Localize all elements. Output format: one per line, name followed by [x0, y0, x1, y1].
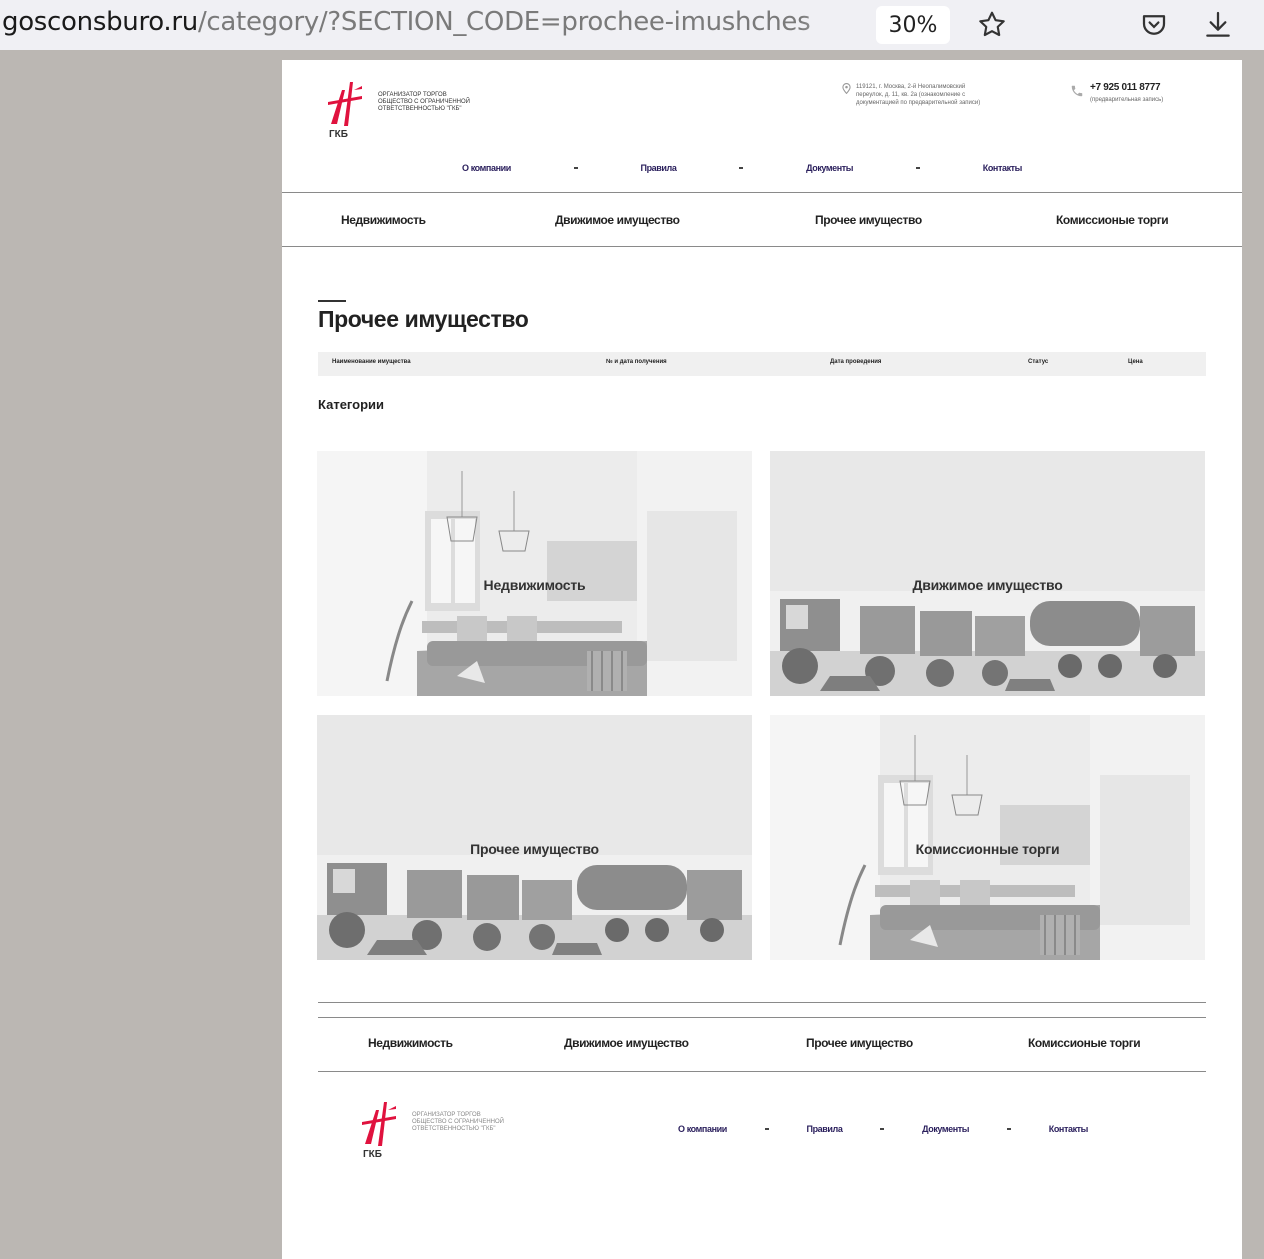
- logo-emblem-icon: [362, 1102, 396, 1146]
- footer-category-other[interactable]: Прочее имущество: [806, 1036, 913, 1050]
- url-fade: [800, 4, 870, 44]
- pocket-icon[interactable]: [1135, 6, 1173, 44]
- card-label: Комиссионные торги: [915, 841, 1060, 857]
- col-header-number-date[interactable]: № и дата получения: [606, 359, 667, 365]
- nav-link-contacts[interactable]: Контакты: [983, 163, 1023, 173]
- footer-divider: [318, 1071, 1206, 1072]
- card-label: Прочее имущество: [470, 841, 599, 857]
- address-line: переулок, д. 11, кв. 2а (ознакомление с: [856, 92, 966, 98]
- phone-note: (предварительная запись): [1090, 97, 1164, 103]
- web-page: ГКБ ОРГАНИЗАТОР ТОРГОВ ОБЩЕСТВО С ОГРАНИ…: [282, 60, 1242, 1259]
- logo-tagline-line: ОБЩЕСТВО С ОГРАНИЧЕННОЙ: [378, 99, 470, 105]
- card-label: Движимое имущество: [912, 577, 1063, 593]
- logo-emblem-icon: [328, 82, 362, 126]
- url-path: /category/?SECTION_CODE=prochee-imushche…: [197, 7, 811, 37]
- logo-abbr: ГКБ: [363, 1149, 382, 1160]
- phone-icon: [1071, 85, 1083, 97]
- nav-link-rules[interactable]: Правила: [641, 163, 677, 173]
- interior-photo: [317, 451, 752, 696]
- contact-phone: +7 925 011 8777 (предварительная запись): [1070, 82, 1210, 103]
- category-card-movable[interactable]: Движимое имущество: [770, 451, 1205, 696]
- footer-link-documents[interactable]: Документы: [922, 1124, 969, 1134]
- category-nav-other[interactable]: Прочее имущество: [815, 213, 922, 227]
- url-field[interactable]: gosconsburo.ru/category/?SECTION_CODE=pr…: [2, 7, 864, 37]
- interior-photo: [770, 715, 1205, 960]
- logo-mark: ГКБ: [362, 1100, 406, 1160]
- lots-table-header: Наименование имущества № и дата получени…: [318, 352, 1206, 376]
- logo-tagline-line: ОБЩЕСТВО С ОГРАНИЧЕННОЙ: [412, 1119, 504, 1125]
- footer-logo[interactable]: ГКБ ОРГАНИЗАТОР ТОРГОВ ОБЩЕСТВО С ОГРАНИ…: [362, 1100, 562, 1160]
- vehicles-photo: [317, 715, 752, 960]
- category-nav-movable[interactable]: Движимое имущество: [555, 213, 680, 227]
- title-accent-rule: [318, 300, 346, 302]
- nav-separator: [764, 1128, 769, 1130]
- nav-separator: [1006, 1128, 1011, 1130]
- col-header-price[interactable]: Цена: [1128, 359, 1143, 365]
- url-host: gosconsburo.ru: [2, 7, 198, 37]
- logo-tagline-line: ОТВЕТСТВЕННОСТЬЮ "ГКБ": [378, 106, 462, 112]
- categories-heading: Категории: [318, 397, 385, 412]
- footer-link-contacts[interactable]: Контакты: [1049, 1124, 1089, 1134]
- logo-tagline-line: ОРГАНИЗАТОР ТОРГОВ: [412, 1112, 481, 1118]
- page-title: Прочее имущество: [318, 306, 529, 332]
- logo-tagline-line: ОРГАНИЗАТОР ТОРГОВ: [378, 92, 447, 98]
- nav-separator: [573, 167, 578, 169]
- nav-separator: [880, 1128, 885, 1130]
- browser-toolbar: gosconsburo.ru/category/?SECTION_CODE=pr…: [0, 0, 1264, 50]
- page-scrollbar[interactable]: [1242, 60, 1264, 1259]
- footer-link-rules[interactable]: Правила: [807, 1124, 843, 1134]
- category-card-other[interactable]: Прочее имущество: [317, 715, 752, 960]
- category-nav-commission[interactable]: Комиссионые торги: [1056, 213, 1169, 227]
- footer-nav: О компании Правила Документы Контакты: [678, 1124, 1088, 1134]
- footer-category-commission[interactable]: Комиссионые торги: [1028, 1036, 1141, 1050]
- col-header-date[interactable]: Дата проведения: [830, 359, 881, 365]
- footer-divider: [318, 1002, 1206, 1003]
- footer-category-movable[interactable]: Движимое имущество: [564, 1036, 689, 1050]
- nav-link-documents[interactable]: Документы: [806, 163, 853, 173]
- bookmark-star-icon[interactable]: [973, 6, 1011, 44]
- logo-tagline: ОРГАНИЗАТОР ТОРГОВ ОБЩЕСТВО С ОГРАНИЧЕНН…: [378, 92, 528, 113]
- download-icon[interactable]: [1199, 6, 1237, 44]
- location-pin-icon: [842, 83, 851, 94]
- category-nav: Недвижимость Движимое имущество Прочее и…: [282, 192, 1242, 247]
- header-nav: О компании Правила Документы Контакты: [462, 163, 1022, 173]
- category-card-commission[interactable]: Комиссионные торги: [770, 715, 1205, 960]
- zoom-level-button[interactable]: 30%: [876, 6, 950, 44]
- footer-divider: [318, 1017, 1206, 1018]
- vehicles-photo: [770, 451, 1205, 696]
- logo-abbr: ГКБ: [329, 129, 348, 140]
- address-line: 119121, г. Москва, 2-й Неопалимовский: [856, 84, 966, 90]
- header-logo[interactable]: ГКБ ОРГАНИЗАТОР ТОРГОВ ОБЩЕСТВО С ОГРАНИ…: [328, 80, 528, 140]
- category-card-real-estate[interactable]: Недвижимость: [317, 451, 752, 696]
- logo-tagline-line: ОТВЕТСТВЕННОСТЬЮ "ГКБ": [412, 1126, 496, 1132]
- office-address: 119121, г. Москва, 2-й Неопалимовский пе…: [842, 83, 1046, 107]
- logo-mark: ГКБ: [328, 80, 372, 140]
- address-line: документацией по предварительной записи): [856, 100, 981, 106]
- nav-separator: [739, 167, 744, 169]
- phone-number-link[interactable]: +7 925 011 8777: [1090, 82, 1210, 93]
- category-nav-real-estate[interactable]: Недвижимость: [341, 213, 426, 227]
- logo-tagline: ОРГАНИЗАТОР ТОРГОВ ОБЩЕСТВО С ОГРАНИЧЕНН…: [412, 1112, 562, 1133]
- col-header-name[interactable]: Наименование имущества: [332, 359, 411, 365]
- nav-link-about[interactable]: О компании: [462, 163, 511, 173]
- card-label: Недвижимость: [483, 577, 586, 593]
- nav-separator: [915, 167, 920, 169]
- col-header-status[interactable]: Статус: [1028, 359, 1048, 365]
- footer-link-about[interactable]: О компании: [678, 1124, 727, 1134]
- footer-category-real-estate[interactable]: Недвижимость: [368, 1036, 453, 1050]
